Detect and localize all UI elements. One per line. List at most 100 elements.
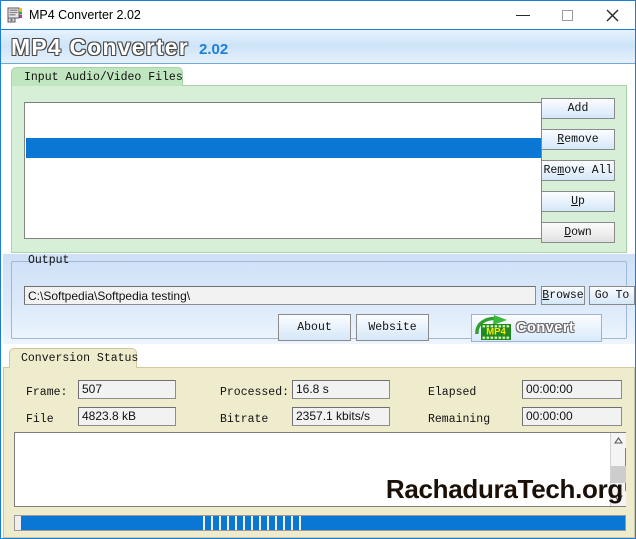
elapsed-value: 00:00:00 bbox=[522, 380, 622, 399]
maximize-button[interactable] bbox=[545, 1, 590, 30]
app-banner: MP4 Converter 2.02 bbox=[1, 30, 635, 64]
output-panel: Output C:\Softpedia\Softpedia testing\ B… bbox=[3, 254, 635, 344]
remove-all-button-label: Remove All bbox=[543, 164, 613, 177]
progress-tick bbox=[301, 516, 307, 530]
conversion-progress-bar bbox=[14, 515, 626, 531]
elapsed-label: Elapsed bbox=[428, 386, 477, 399]
progress-tick bbox=[365, 516, 371, 530]
progress-tick bbox=[221, 516, 227, 530]
down-button-label: Down bbox=[564, 226, 592, 239]
file-size-value: 4823.8 kB bbox=[78, 407, 176, 426]
down-button[interactable]: Down bbox=[541, 222, 615, 243]
browse-button-label: Browse bbox=[542, 289, 584, 302]
close-button[interactable] bbox=[590, 1, 635, 30]
svg-text:MP4: MP4 bbox=[486, 327, 506, 338]
website-button[interactable]: Website bbox=[356, 314, 429, 341]
about-button[interactable]: About bbox=[278, 314, 351, 341]
output-path-input[interactable]: C:\Softpedia\Softpedia testing\ bbox=[24, 286, 536, 305]
monitor-app-icon bbox=[7, 7, 23, 23]
minimize-icon bbox=[515, 14, 530, 17]
progress-tick bbox=[389, 516, 395, 530]
progress-tick bbox=[349, 516, 355, 530]
tab-conversion-status-label: Conversion Status bbox=[21, 352, 139, 365]
input-files-panel: Add Remove Remove All Up Down bbox=[11, 85, 627, 253]
progress-tick bbox=[181, 516, 187, 530]
progress-tick bbox=[325, 516, 331, 530]
bitrate-label: Bitrate bbox=[220, 413, 269, 426]
progress-tick bbox=[213, 516, 219, 530]
progress-tick bbox=[381, 516, 387, 530]
window-controls bbox=[500, 1, 635, 30]
progress-tick bbox=[309, 516, 315, 530]
progress-tick bbox=[229, 516, 235, 530]
remaining-label: Remaining bbox=[428, 413, 491, 426]
conversion-status-panel: Frame: 507 Processed: 16.8 s Elapsed 00:… bbox=[3, 367, 635, 538]
progress-tick bbox=[205, 516, 211, 530]
goto-button[interactable]: Go To bbox=[589, 286, 635, 305]
progress-tick bbox=[317, 516, 323, 530]
progress-tick bbox=[253, 516, 259, 530]
progress-tick bbox=[437, 516, 443, 530]
close-icon bbox=[606, 9, 619, 22]
mp4-film-arrow-icon: MP4 bbox=[474, 315, 514, 341]
progress-tick bbox=[245, 516, 251, 530]
progress-tick bbox=[269, 516, 275, 530]
watermark-text: RachaduraTech.org bbox=[385, 474, 623, 504]
banner-version: 2.02 bbox=[199, 41, 229, 58]
browse-button[interactable]: Browse bbox=[541, 286, 585, 305]
progress-tick bbox=[285, 516, 291, 530]
convert-button-label: Convert bbox=[516, 320, 575, 336]
tab-input-files-label: Input Audio/Video Files bbox=[24, 70, 183, 84]
window-title: MP4 Converter 2.02 bbox=[29, 8, 141, 22]
progress-tick bbox=[421, 516, 427, 530]
frame-value: 507 bbox=[78, 380, 176, 399]
scroll-up-icon[interactable] bbox=[611, 433, 626, 448]
progress-tick bbox=[333, 516, 339, 530]
progress-tick bbox=[429, 516, 435, 530]
tab-input-files[interactable]: Input Audio/Video Files bbox=[11, 67, 183, 86]
file-list-actions: Add Remove Remove All Up Down bbox=[541, 98, 615, 253]
convert-button[interactable]: MP4 Convert bbox=[471, 314, 602, 342]
bitrate-value: 2357.1 kbits/s bbox=[292, 407, 390, 426]
progress-tick bbox=[197, 516, 203, 530]
progress-tick bbox=[277, 516, 283, 530]
progress-tick bbox=[373, 516, 379, 530]
goto-button-label: Go To bbox=[594, 289, 630, 302]
output-groupbox-label: Output bbox=[28, 254, 70, 267]
progress-tick bbox=[341, 516, 347, 530]
add-button[interactable]: Add bbox=[541, 98, 615, 119]
file-size-label: File bbox=[26, 413, 54, 426]
website-button-label: Website bbox=[368, 321, 417, 334]
processed-label: Processed: bbox=[220, 386, 290, 399]
up-button-label: Up bbox=[571, 195, 585, 208]
about-button-label: About bbox=[297, 321, 332, 334]
progress-tick bbox=[165, 516, 171, 530]
progress-tick bbox=[173, 516, 179, 530]
title-bar: MP4 Converter 2.02 bbox=[1, 1, 635, 30]
progress-tick bbox=[189, 516, 195, 530]
file-list[interactable] bbox=[24, 102, 542, 239]
output-groupbox: Output C:\Softpedia\Softpedia testing\ B… bbox=[11, 254, 635, 342]
progress-tick bbox=[261, 516, 267, 530]
add-button-label: Add bbox=[567, 102, 589, 115]
maximize-icon bbox=[562, 10, 573, 21]
progress-ticks bbox=[165, 516, 453, 530]
processed-value: 16.8 s bbox=[292, 380, 390, 399]
conversion-log[interactable]: RachaduraTech.org bbox=[14, 432, 626, 507]
banner-product-name: MP4 Converter bbox=[11, 34, 189, 60]
progress-tick bbox=[237, 516, 243, 530]
remove-all-button[interactable]: Remove All bbox=[541, 160, 615, 181]
remaining-value: 00:00:00 bbox=[522, 407, 622, 426]
remove-button[interactable]: Remove bbox=[541, 129, 615, 150]
progress-tick bbox=[357, 516, 363, 530]
frame-label: Frame: bbox=[26, 386, 68, 399]
tab-conversion-status[interactable]: Conversion Status bbox=[9, 348, 139, 368]
up-button[interactable]: Up bbox=[541, 191, 615, 212]
mp4-converter-window: MP4 Converter 2.02 MP4 Converter 2.02 In… bbox=[0, 0, 636, 539]
progress-tick bbox=[293, 516, 299, 530]
minimize-button[interactable] bbox=[500, 1, 545, 30]
list-item[interactable] bbox=[26, 138, 541, 158]
progress-tick bbox=[445, 516, 451, 530]
progress-tick bbox=[405, 516, 411, 530]
progress-tick bbox=[397, 516, 403, 530]
